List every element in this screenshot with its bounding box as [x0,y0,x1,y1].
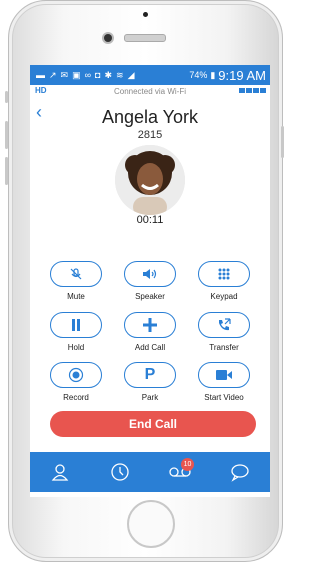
battery-icon: ▮ [210,69,216,80]
volume-button [5,121,8,149]
transfer-button[interactable] [198,312,250,338]
record-icon [68,367,84,383]
keypad-label: Keypad [210,292,238,301]
contact-extension: 2815 [137,129,163,141]
bluetooth-icon: ✱ [104,69,113,80]
clock: 9:19 AM [218,67,266,83]
volume-up-button [5,91,8,103]
volume-button-2 [5,157,8,185]
notification-icons: ▬ ↗ ✉ ▣ ∞ ◘ ✱ ≋ ◢ [30,70,134,81]
battery-percent: 74% [189,70,208,80]
tab-chat[interactable] [225,457,255,487]
hold-button[interactable] [50,312,102,338]
wifi-icon: ≋ [116,69,124,80]
add-call-label: Add Call [134,343,166,352]
chat-bubble-icon [231,464,249,482]
park-icon: P [144,366,156,383]
call-quality-bar: HD Connected via Wi-Fi [30,85,270,97]
speaker-button[interactable] [124,261,176,287]
tab-voicemail[interactable]: 10 [165,457,195,487]
voicemail-icon: ∞ [84,70,92,80]
speaker-icon [143,269,157,279]
voicemail-count-badge: 10 [181,458,194,471]
home-button[interactable] [127,500,175,548]
app-icon: ◘ [95,70,101,80]
transfer-icon [219,318,231,331]
plus-icon [143,318,157,332]
record-label: Record [63,393,89,402]
park-button[interactable]: P [124,362,176,388]
speaker-label: Speaker [135,292,165,301]
connection-status: Connected via Wi-Fi [113,86,187,96]
transfer-label: Transfer [209,343,239,352]
contacts-icon [51,464,69,481]
tab-recents[interactable] [105,457,135,487]
mute-icon [70,268,82,280]
hd-badge: HD [35,86,47,95]
front-camera [104,34,112,42]
avatar [115,145,185,215]
keypad-button[interactable] [198,261,250,287]
mute-label: Mute [67,292,85,301]
end-call-button[interactable]: End Call [50,411,256,437]
status-bar: ▬ ↗ ✉ ▣ ∞ ◘ ✱ ≋ ◢ 74% ▮ 9:19 AM [30,65,270,85]
call-timer: 00:11 [136,214,164,226]
call-screen: ▬ ↗ ✉ ▣ ∞ ◘ ✱ ≋ ◢ 74% ▮ 9:19 AM HD Conne… [30,65,270,497]
message-icon: ▬ [36,70,45,80]
park-label: Park [141,393,159,402]
record-button[interactable] [50,362,102,388]
avatar-photo [115,145,185,215]
hold-label: Hold [67,343,85,352]
start-video-label: Start Video [204,393,244,402]
clock-icon [111,463,129,481]
pause-icon [72,319,80,331]
video-icon [216,370,232,380]
mail-icon: ✉ [60,69,69,80]
front-sensor [143,12,148,17]
signal-icon: ◢ [127,69,135,80]
earpiece [124,34,166,42]
bottom-tab-bar: 10 [30,452,270,492]
image-icon: ▣ [72,69,81,80]
mute-button[interactable] [50,261,102,287]
start-video-button[interactable] [198,362,250,388]
tab-contacts[interactable] [45,457,75,487]
add-call-button[interactable] [124,312,176,338]
keypad-icon [218,268,230,280]
contact-name: Angela York [101,107,199,127]
signal-quality-icon [239,88,266,93]
missed-call-icon: ↗ [49,69,57,80]
power-button [281,126,284,158]
